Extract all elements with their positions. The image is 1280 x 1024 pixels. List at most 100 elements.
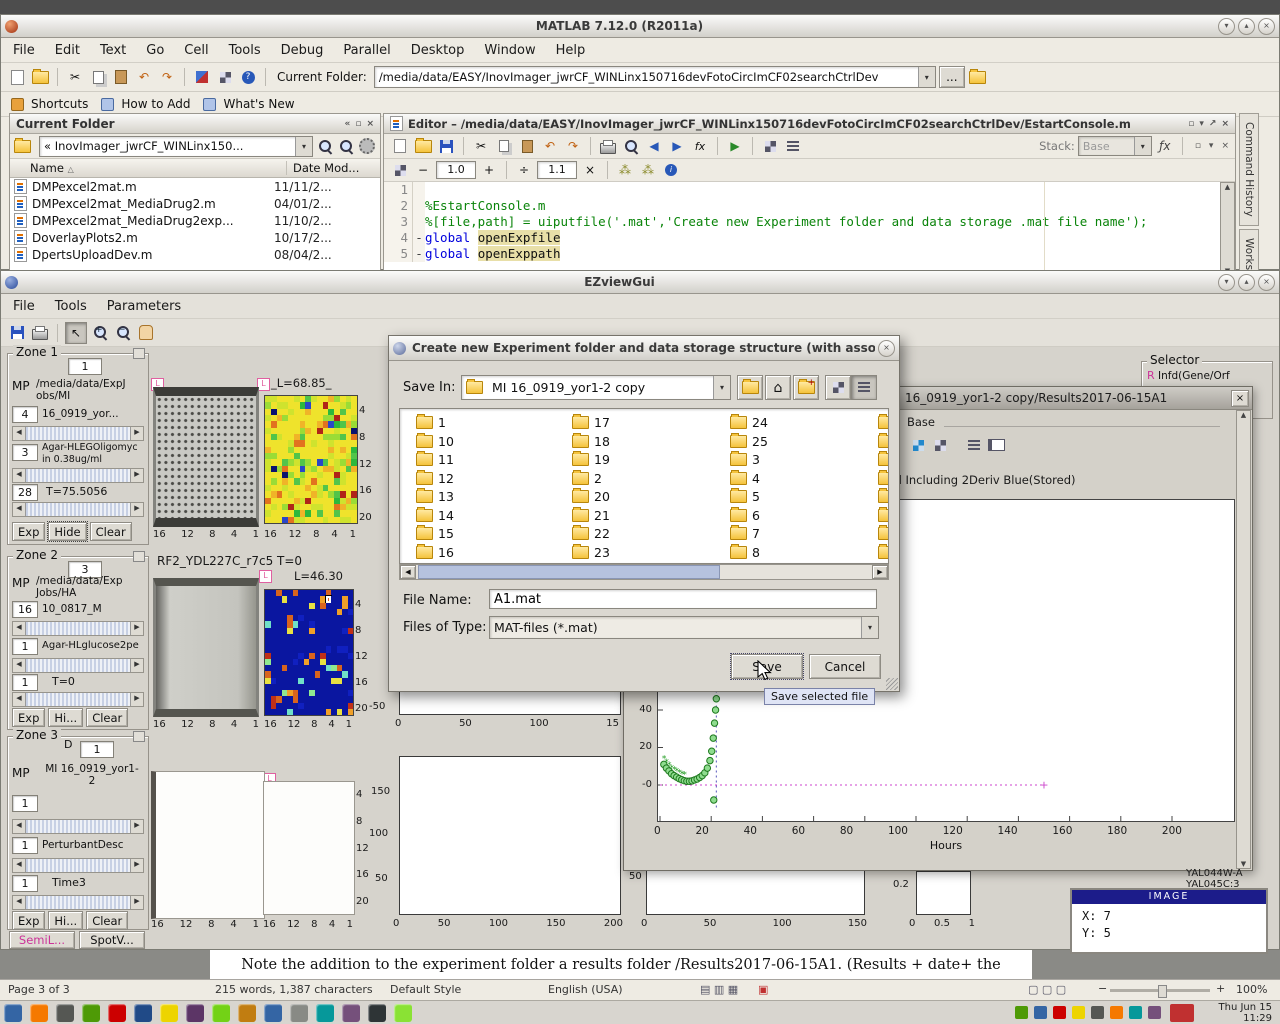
folder-item[interactable] bbox=[878, 489, 889, 504]
multiply-icon[interactable]: × bbox=[580, 160, 600, 180]
spotv-button[interactable]: SpotV... bbox=[79, 931, 145, 949]
matlab-menu-desktop[interactable]: Desktop bbox=[411, 43, 465, 58]
matlab-menu-file[interactable]: File bbox=[13, 43, 35, 58]
new-script-icon[interactable] bbox=[390, 136, 410, 156]
copy-icon[interactable] bbox=[88, 67, 108, 87]
minimize-icon[interactable]: ▾ bbox=[1218, 18, 1235, 35]
file-name-input[interactable] bbox=[489, 589, 877, 609]
page-style[interactable]: Default Style bbox=[390, 983, 461, 996]
zoom-in-icon[interactable]: + bbox=[1216, 982, 1225, 995]
find-files-icon[interactable] bbox=[337, 137, 355, 155]
zone2-plate-photo[interactable] bbox=[153, 578, 259, 717]
undock-icon[interactable]: « bbox=[345, 119, 351, 129]
results-panel-icon[interactable] bbox=[964, 435, 984, 455]
zone1-slider-1[interactable]: ◀▶ bbox=[12, 426, 144, 441]
zone1-clear-button[interactable]: Clear bbox=[90, 522, 132, 541]
current-folder-path-combo[interactable]: /media/data/EASY/InovImager_jwrCF_WINLin… bbox=[374, 66, 936, 88]
zone1-field-4[interactable]: 28 bbox=[12, 484, 38, 501]
chevron-down-icon[interactable]: ▾ bbox=[295, 137, 312, 156]
zone2-hide-button[interactable]: Hi... bbox=[48, 708, 83, 727]
folder-item[interactable]: 6 bbox=[730, 508, 760, 523]
taskbar-app-icon-14[interactable] bbox=[342, 1004, 360, 1022]
folder-item[interactable] bbox=[878, 452, 889, 467]
redo-icon[interactable]: ↷ bbox=[157, 67, 177, 87]
zoom-out-icon[interactable]: − bbox=[1098, 982, 1107, 995]
cut-icon[interactable]: ✂ bbox=[65, 67, 85, 87]
results-scrollbar[interactable]: ▲▼ bbox=[1236, 410, 1251, 869]
up-one-level-icon[interactable] bbox=[737, 375, 763, 400]
folder-item[interactable]: 12 bbox=[416, 471, 454, 486]
folder-item[interactable]: 7 bbox=[730, 526, 760, 541]
tray-icon-7[interactable] bbox=[1129, 1006, 1142, 1019]
open-icon[interactable] bbox=[413, 136, 433, 156]
cell-nav-icon[interactable] bbox=[390, 160, 410, 180]
up-folder-icon[interactable] bbox=[968, 67, 988, 87]
folder-item[interactable]: 5 bbox=[730, 489, 760, 504]
shortcut-how-to-add[interactable]: How to Add bbox=[121, 97, 190, 111]
cancel-button[interactable]: Cancel bbox=[809, 654, 881, 679]
folder-item[interactable] bbox=[878, 545, 889, 560]
code-area[interactable]: 12%EstartConsole.m3%[file,path] = uiputf… bbox=[384, 182, 1235, 272]
zone2-clear-button[interactable]: Clear bbox=[86, 708, 128, 727]
word-count[interactable]: 215 words, 1,387 characters bbox=[215, 983, 373, 996]
chevron-down-icon[interactable]: ▾ bbox=[1199, 119, 1204, 129]
undo-icon[interactable]: ↶ bbox=[134, 67, 154, 87]
zone1-hide-button[interactable]: Hide bbox=[48, 522, 86, 541]
zone1-heatmap[interactable] bbox=[264, 395, 358, 524]
zone1-index-field[interactable]: 1 bbox=[68, 358, 102, 375]
restore-icon[interactable]: ▫ bbox=[1195, 141, 1201, 151]
taskbar-app-icon-15[interactable] bbox=[368, 1004, 386, 1022]
cell-divider-icon[interactable] bbox=[783, 136, 803, 156]
folder-item[interactable]: 2 bbox=[572, 471, 602, 486]
taskbar-app-icon-13[interactable] bbox=[316, 1004, 334, 1022]
dock-icon[interactable]: ▫ bbox=[1188, 119, 1194, 129]
zone3-slider-1[interactable]: ◀▶ bbox=[12, 819, 144, 834]
zone3-plate-a[interactable] bbox=[151, 771, 265, 919]
taskbar-app-icon-16[interactable] bbox=[394, 1004, 412, 1022]
cut-icon[interactable]: ✂ bbox=[471, 136, 491, 156]
taskbar-app-icon-6[interactable] bbox=[134, 1004, 152, 1022]
code-line[interactable]: 3%[file,path] = uiputfile('.mat','Create… bbox=[384, 214, 1235, 230]
back-icon[interactable]: ◀ bbox=[644, 136, 664, 156]
zone2-dock-icon[interactable] bbox=[133, 551, 145, 562]
tray-icon-4[interactable] bbox=[1072, 1006, 1085, 1019]
dialog-titlebar[interactable]: Create new Experiment folder and data st… bbox=[389, 336, 899, 361]
image-window-titlebar[interactable]: IMAGE bbox=[1072, 890, 1266, 904]
save-icon[interactable] bbox=[436, 136, 456, 156]
editor-panel-header[interactable]: Editor – /media/data/EASY/InovImager_jwr… bbox=[384, 114, 1235, 134]
tray-icon-8[interactable] bbox=[1148, 1006, 1161, 1019]
zone1-slider-2[interactable]: ◀▶ bbox=[12, 468, 144, 483]
info-icon[interactable]: i bbox=[661, 160, 681, 180]
folder-item[interactable] bbox=[878, 434, 889, 449]
zone1-exp-button[interactable]: Exp bbox=[12, 522, 45, 541]
matlab-menu-parallel[interactable]: Parallel bbox=[343, 43, 390, 58]
zone2-field-4[interactable]: 1 bbox=[12, 674, 38, 691]
view-layout-icons[interactable]: ▤ ▥ ▦ bbox=[700, 983, 738, 996]
zone3-clear-button[interactable]: Clear bbox=[86, 911, 128, 930]
cell-value1-field[interactable]: 1.0 bbox=[436, 161, 476, 179]
image-tool-icon[interactable]: L bbox=[259, 570, 272, 583]
redo-icon[interactable]: ↷ bbox=[563, 136, 583, 156]
matlab-menu-edit[interactable]: Edit bbox=[55, 43, 80, 58]
zone3-slider-3[interactable]: ◀▶ bbox=[12, 895, 144, 910]
clock[interactable]: Thu Jun 15 11:29 bbox=[1200, 1002, 1280, 1024]
zone3-field-2[interactable]: 1 bbox=[12, 795, 38, 812]
help-icon[interactable]: ? bbox=[238, 67, 258, 87]
results-layout-icon[interactable] bbox=[986, 435, 1006, 455]
guide-icon[interactable] bbox=[215, 67, 235, 87]
close-icon[interactable]: × bbox=[1258, 18, 1275, 35]
zone2-slider-3[interactable]: ◀▶ bbox=[12, 692, 144, 707]
chevron-down-icon[interactable]: ▾ bbox=[713, 376, 730, 399]
fx-icon[interactable]: fx bbox=[690, 136, 710, 156]
tab-command-history[interactable]: Command History bbox=[1239, 113, 1259, 226]
zone2-field-3[interactable]: 1 bbox=[12, 638, 38, 655]
code-line[interactable]: 4-global openExpfile bbox=[384, 230, 1235, 246]
zone1-dock-icon[interactable] bbox=[133, 348, 145, 359]
cell-insert-icon[interactable] bbox=[760, 136, 780, 156]
code-line[interactable]: 1 bbox=[384, 182, 1235, 198]
zone3-exp-button[interactable]: Exp bbox=[12, 911, 45, 930]
matlab-titlebar[interactable]: MATLAB 7.12.0 (R2011a) ▾ ▴ × bbox=[1, 15, 1279, 38]
folder-item[interactable] bbox=[878, 415, 889, 430]
folder-item[interactable]: 10 bbox=[416, 434, 454, 449]
maximize-icon[interactable]: ▴ bbox=[1238, 274, 1255, 291]
